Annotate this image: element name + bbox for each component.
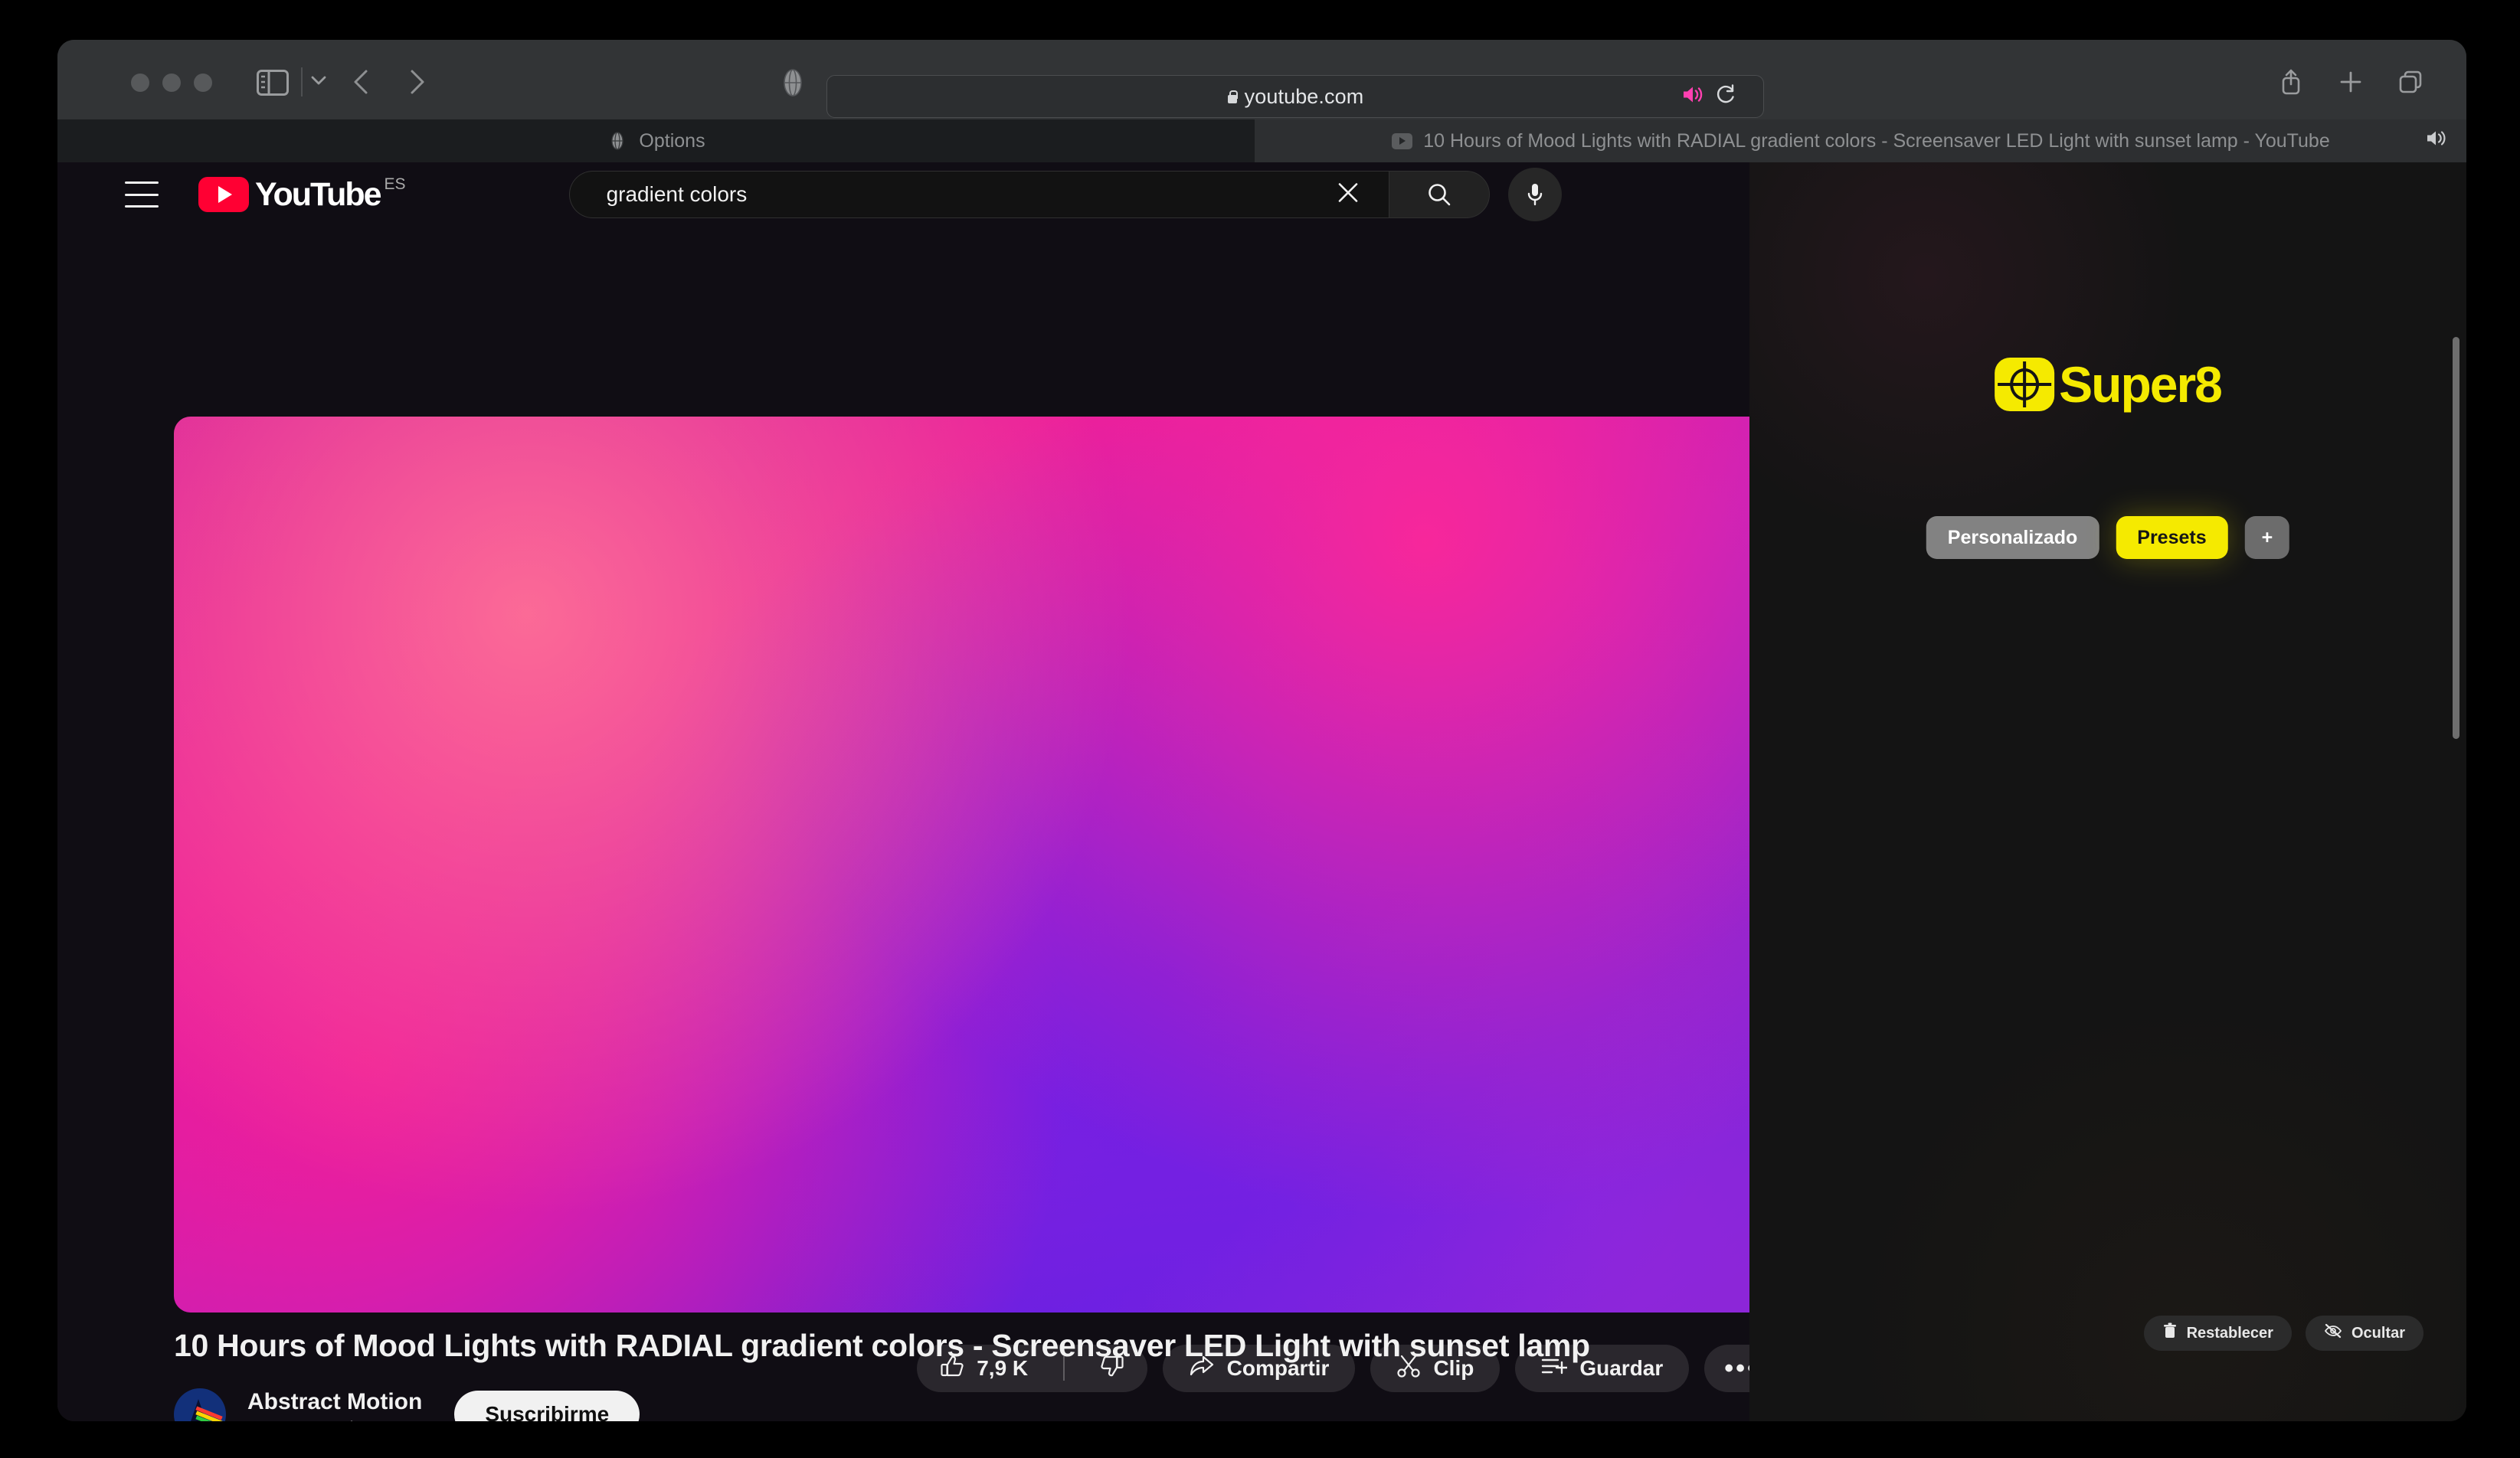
microphone-icon[interactable] xyxy=(1507,168,1562,221)
youtube-logo-text: YouTube xyxy=(255,176,382,213)
youtube-logo[interactable]: YouTube ES xyxy=(198,175,406,213)
hide-button[interactable]: Ocultar xyxy=(2305,1316,2423,1351)
scissors-icon xyxy=(1396,1354,1421,1384)
subscriber-count: 5,92 K suscriptores xyxy=(247,1418,422,1421)
super8-wordmark: Super8 xyxy=(2059,356,2223,413)
forward-button[interactable] xyxy=(404,67,430,96)
tab-title: Options xyxy=(639,129,705,152)
page-content: YouTube ES gradient colors 10 Hours of M… xyxy=(57,162,2466,1421)
tab-personalizado[interactable]: Personalizado xyxy=(1926,516,2099,559)
share-label: Compartir xyxy=(1226,1356,1330,1380)
add-to-playlist-icon xyxy=(1541,1355,1569,1382)
chevron-down-icon[interactable] xyxy=(309,70,329,90)
url-text: youtube.com xyxy=(1244,84,1364,108)
browser-toolbar: youtube.com xyxy=(57,40,2466,119)
mode-toggle-group: Personalizado Presets + xyxy=(1926,516,2290,559)
panel-glow xyxy=(1749,162,2194,545)
panel-glow xyxy=(1841,989,2466,1421)
share-arrow-icon xyxy=(1189,1355,1215,1383)
reload-icon[interactable] xyxy=(1716,84,1737,110)
search-input[interactable]: gradient colors xyxy=(568,171,1389,218)
panel-footer-actions: Restablecer Ocultar xyxy=(2143,1316,2423,1351)
search-area: gradient colors xyxy=(568,168,1562,221)
eye-off-icon xyxy=(2324,1323,2342,1343)
window-zoom-button[interactable] xyxy=(194,74,212,92)
globe-icon[interactable] xyxy=(777,67,808,98)
share-icon[interactable] xyxy=(2276,67,2306,96)
youtube-play-icon xyxy=(1391,130,1412,152)
window-minimize-button[interactable] xyxy=(162,74,181,92)
search-input-value: gradient colors xyxy=(606,182,748,206)
tab-youtube[interactable]: 10 Hours of Mood Lights with RADIAL grad… xyxy=(1255,119,2466,162)
share-button[interactable]: Compartir xyxy=(1162,1345,1356,1392)
tab-presets[interactable]: Presets xyxy=(2116,516,2228,559)
hide-label: Ocultar xyxy=(2351,1324,2405,1342)
avatar[interactable] xyxy=(174,1388,226,1421)
dislike-button[interactable] xyxy=(1077,1345,1147,1392)
globe-icon xyxy=(607,130,628,152)
youtube-masthead: YouTube ES gradient colors xyxy=(57,162,1749,227)
youtube-play-icon xyxy=(198,177,249,212)
hamburger-menu-icon[interactable] xyxy=(125,181,159,208)
tab-overview-icon[interactable] xyxy=(2396,67,2425,96)
channel-name[interactable]: Abstract Motion xyxy=(247,1389,422,1415)
divider xyxy=(1063,1356,1065,1381)
youtube-country-code: ES xyxy=(384,175,406,193)
save-label: Guardar xyxy=(1579,1356,1664,1380)
more-actions-button[interactable]: ••• xyxy=(1704,1345,1749,1392)
youtube-page: YouTube ES gradient colors 10 Hours of M… xyxy=(57,162,1749,1421)
browser-window: youtube.com Options 10 Hours of Mood Lig… xyxy=(57,40,2466,1421)
address-bar[interactable]: youtube.com xyxy=(826,75,1764,118)
like-count: 7,9 K xyxy=(977,1356,1029,1380)
like-dislike-group: 7,9 K xyxy=(917,1345,1147,1392)
video-actions: 7,9 K Compartir Clip Guardar •• xyxy=(917,1345,1749,1392)
search-button[interactable] xyxy=(1388,171,1490,218)
window-close-button[interactable] xyxy=(131,74,149,92)
clip-button[interactable]: Clip xyxy=(1370,1345,1501,1392)
super8-logo: Super8 xyxy=(1995,355,2223,414)
thumbs-down-icon xyxy=(1100,1354,1124,1384)
sidebar-icon[interactable] xyxy=(255,68,290,97)
channel-info: Abstract Motion 5,92 K suscriptores xyxy=(247,1389,422,1421)
speaker-icon[interactable] xyxy=(2425,129,2448,153)
channel-row: Abstract Motion 5,92 K suscriptores Susc… xyxy=(174,1345,1749,1421)
tab-strip: Options 10 Hours of Mood Lights with RAD… xyxy=(57,119,2466,162)
video-player[interactable] xyxy=(174,417,1749,1313)
add-preset-button[interactable]: + xyxy=(2244,516,2290,559)
close-icon[interactable] xyxy=(1335,180,1361,210)
back-button[interactable] xyxy=(349,67,375,96)
reset-button[interactable]: Restablecer xyxy=(2143,1316,2292,1351)
panel-scrollbar[interactable] xyxy=(2453,337,2459,739)
trash-icon xyxy=(2162,1322,2178,1344)
thumbs-up-icon xyxy=(940,1354,964,1384)
tab-title: 10 Hours of Mood Lights with RADIAL grad… xyxy=(1423,129,2330,152)
clip-label: Clip xyxy=(1433,1356,1474,1380)
super8-panel: Super8 Personalizado Presets + Presets o… xyxy=(1749,162,2466,1421)
super8-target-icon xyxy=(1995,358,2055,411)
like-button[interactable]: 7,9 K xyxy=(917,1345,1051,1392)
toolbar-divider xyxy=(301,67,303,96)
reset-label: Restablecer xyxy=(2186,1324,2273,1342)
new-tab-plus-icon[interactable] xyxy=(2336,67,2365,96)
tab-audio-playing-icon[interactable] xyxy=(1681,85,1703,109)
toolbar-right-actions xyxy=(2276,67,2425,96)
lock-icon xyxy=(1227,90,1239,103)
video-meta: 10 Hours of Mood Lights with RADIAL grad… xyxy=(174,1328,1749,1421)
subscribe-button[interactable]: Suscribirme xyxy=(454,1391,640,1421)
save-button[interactable]: Guardar xyxy=(1515,1345,1690,1392)
tab-options[interactable]: Options xyxy=(57,119,1255,162)
